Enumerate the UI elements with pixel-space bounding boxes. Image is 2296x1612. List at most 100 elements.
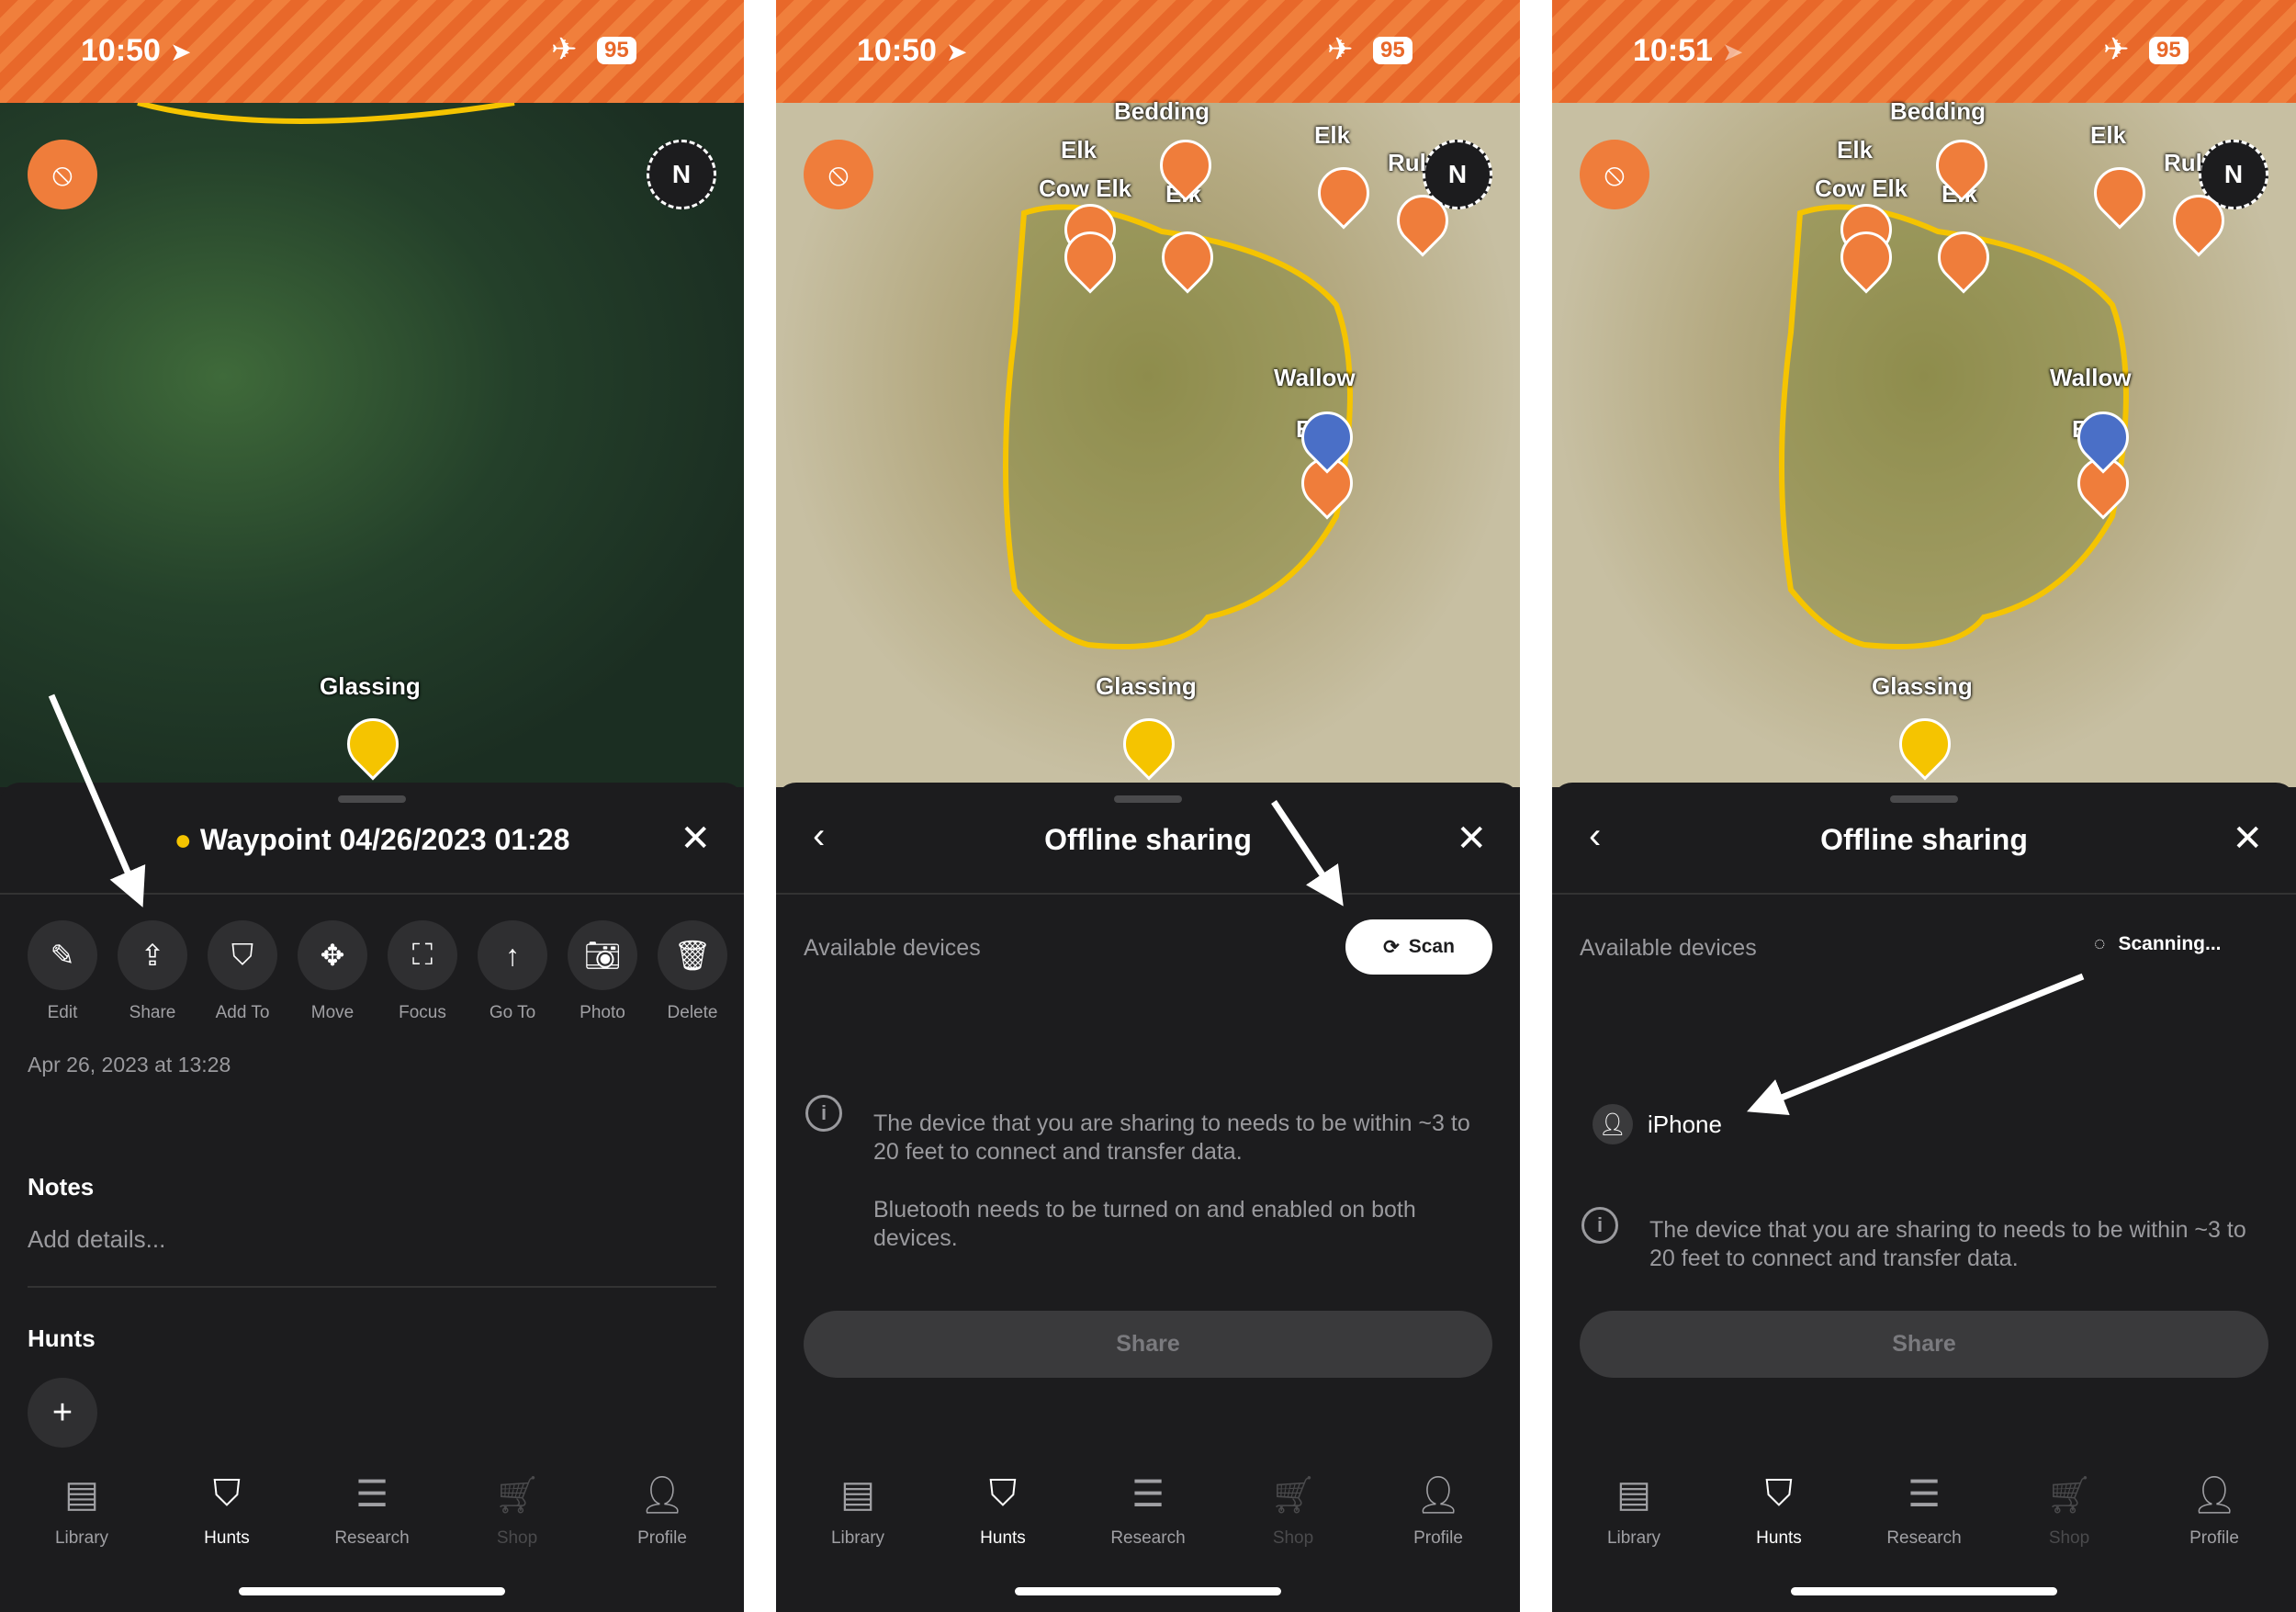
map-label-glassing: Glassing: [320, 672, 421, 700]
status-bar: 10:51 ➤ ✈ 95: [1552, 0, 2296, 103]
tab-research[interactable]: ☰ Research: [1084, 1473, 1212, 1549]
action-label: Delete: [667, 1003, 718, 1022]
delete-button[interactable]: 🗑︎ Delete: [658, 920, 727, 1023]
battery-level: 95: [2149, 37, 2189, 64]
research-icon: ☰: [1131, 1474, 1165, 1515]
notes-input[interactable]: Add details...: [28, 1225, 165, 1254]
pencil-icon: ✎: [28, 920, 97, 990]
location-icon: ➤: [1722, 38, 1744, 66]
sheet-grabber[interactable]: [1114, 795, 1182, 803]
tab-library[interactable]: ▤ Library: [793, 1473, 922, 1549]
add-to-button[interactable]: ⛉ Add To: [208, 920, 277, 1023]
map-label: Elk: [1314, 121, 1351, 149]
notes-heading: Notes: [28, 1173, 95, 1201]
device-item-iphone[interactable]: 👤︎ iPhone: [1593, 1104, 1722, 1144]
offline-mode-button[interactable]: ⦸: [28, 140, 97, 209]
share-button[interactable]: ⇪ Share: [118, 920, 187, 1023]
move-button[interactable]: ✥ Move: [298, 920, 367, 1023]
tab-hunts[interactable]: ⛉ Hunts: [939, 1473, 1067, 1549]
spinner-icon: ◌: [2094, 933, 2106, 954]
tab-profile[interactable]: 👤︎ Profile: [598, 1473, 726, 1549]
action-label: Edit: [47, 1003, 78, 1022]
waypoint-sheet: ● Waypoint 04/26/2023 01:28 ✕ ✎ Edit ⇪ Sha…: [0, 783, 744, 1612]
status-time: 10:50: [81, 33, 161, 68]
share-button[interactable]: Share: [1580, 1311, 2268, 1378]
offline-mode-button[interactable]: ⦸: [1580, 140, 1649, 209]
tab-shop[interactable]: 🛒︎ Shop: [1229, 1473, 1357, 1549]
divider: [1552, 893, 2296, 895]
map-label: Rul: [2164, 149, 2202, 176]
add-hunt-button[interactable]: +: [28, 1378, 97, 1448]
sheet-title: Offline sharing: [1044, 823, 1252, 856]
offline-mode-button[interactable]: ⦸: [804, 140, 873, 209]
focus-button[interactable]: ⛶ Focus: [388, 920, 457, 1023]
scanning-label: Scanning...: [2118, 933, 2222, 954]
title-text: Waypoint 04/26/2023 01:28: [199, 823, 570, 856]
action-label: Photo: [580, 1003, 625, 1022]
action-label: Focus: [399, 1003, 446, 1022]
share-button[interactable]: Share: [804, 1311, 1492, 1378]
tab-research[interactable]: ☰ Research: [1860, 1473, 1988, 1549]
hunts-heading: Hunts: [28, 1325, 96, 1352]
research-icon: ☰: [1908, 1474, 1941, 1515]
tab-label: Library: [830, 1528, 885, 1548]
airplane-icon: ✈: [551, 32, 578, 67]
action-label: Go To: [489, 1003, 536, 1022]
screen-offline-sharing-scanning: 10:51 ➤ ✈ 95 ⦸ N Bedding Elk Cow Elk Elk…: [1552, 0, 2296, 1612]
go-to-button[interactable]: ↑ Go To: [478, 920, 547, 1023]
action-row: ✎ Edit ⇪ Share ⛉ Add To ✥ Move ⛶ Focus ↑ Go To…: [28, 920, 727, 1023]
close-button[interactable]: ✕: [680, 817, 711, 860]
info-bluetooth-text: Bluetooth needs to be turned on and enab…: [873, 1197, 1416, 1251]
tab-bar: ▤ Library ⛉ Hunts ☰ Research 🛒︎ Shop 👤︎ Profi…: [1552, 1473, 2296, 1549]
tab-label: Library: [1606, 1528, 1661, 1548]
sheet-grabber[interactable]: [338, 795, 406, 803]
tab-library[interactable]: ▤ Library: [1570, 1473, 1698, 1549]
hunts-icon: ⛉: [1765, 1473, 1793, 1514]
tab-label: Shop: [2048, 1528, 2090, 1548]
hunts-icon: ⛉: [989, 1473, 1017, 1514]
map-label: Glassing: [1872, 672, 1973, 700]
tab-research[interactable]: ☰ Research: [308, 1473, 436, 1549]
sheet-grabber[interactable]: [1890, 795, 1958, 803]
tab-shop[interactable]: 🛒︎ Shop: [453, 1473, 581, 1549]
tab-hunts[interactable]: ⛉ Hunts: [1715, 1473, 1843, 1549]
library-icon: ▤: [1616, 1474, 1651, 1515]
refresh-icon: ⟳: [1383, 936, 1400, 958]
tab-hunts[interactable]: ⛉ Hunts: [163, 1473, 291, 1549]
tab-profile[interactable]: 👤︎ Profile: [2150, 1473, 2279, 1549]
status-bar: 10:50 ➤ ✈ 95: [0, 0, 744, 103]
tab-label: Hunts: [204, 1528, 250, 1548]
available-devices-label: Available devices: [1580, 935, 1757, 961]
home-indicator: [1791, 1587, 2057, 1595]
available-devices-label: Available devices: [804, 935, 981, 961]
edit-button[interactable]: ✎ Edit: [28, 920, 97, 1023]
location-icon: ➤: [946, 38, 968, 66]
close-button[interactable]: ✕: [1456, 817, 1487, 860]
camera-icon: 📷︎: [568, 920, 637, 990]
divider: [28, 1286, 716, 1288]
info-range-text: The device that you are sharing to needs…: [873, 1110, 1470, 1165]
share-icon: ⇪: [118, 920, 187, 990]
library-icon: ▤: [840, 1474, 875, 1515]
shop-icon: 🛒︎: [2045, 1475, 2093, 1516]
map-view[interactable]: ⦸ N Glassing: [0, 103, 744, 787]
library-icon: ▤: [64, 1474, 99, 1515]
photo-button[interactable]: 📷︎ Photo: [568, 920, 637, 1023]
compass-label: N: [2223, 160, 2244, 188]
tab-shop[interactable]: 🛒︎ Shop: [2005, 1473, 2133, 1549]
tab-library[interactable]: ▤ Library: [17, 1473, 146, 1549]
airplane-icon: ✈: [1327, 32, 1354, 67]
scan-button[interactable]: ⟳ Scan: [1345, 919, 1492, 975]
status-bar: 10:50 ➤ ✈ 95: [776, 0, 1520, 103]
info-icon: i: [1581, 1207, 1618, 1244]
tab-label: Profile: [2189, 1528, 2239, 1548]
compass-button[interactable]: N: [647, 140, 716, 209]
tab-label: Profile: [1413, 1528, 1463, 1548]
map-view[interactable]: ⦸ N Bedding Elk Cow Elk Elk Elk Rul Wall…: [1552, 97, 2296, 787]
tab-label: Hunts: [1756, 1528, 1802, 1548]
tab-profile[interactable]: 👤︎ Profile: [1374, 1473, 1503, 1549]
close-button[interactable]: ✕: [2232, 817, 2263, 860]
profile-icon: 👤︎: [638, 1475, 686, 1516]
waypoint-date: Apr 26, 2023 at 13:28: [28, 1053, 231, 1077]
map-view[interactable]: ⦸ N Bedding Elk Cow Elk Elk Elk Rul Wall…: [776, 97, 1520, 787]
